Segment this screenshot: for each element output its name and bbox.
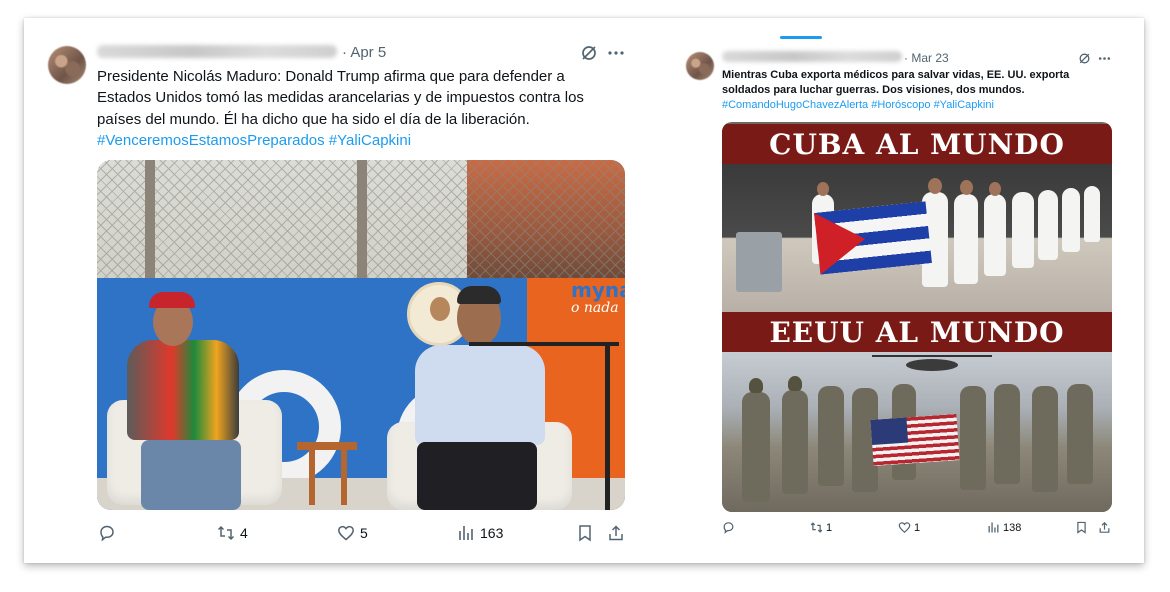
photo-soldier [742,392,770,502]
photo-trash-bin [736,232,782,292]
views-icon [987,521,1000,534]
views-count: 138 [1003,521,1022,534]
photo-soldier-head [788,376,802,391]
more-icon[interactable] [1098,52,1111,65]
share-icon [1098,521,1111,534]
photo-soldier [1067,384,1093,484]
bookmark-button[interactable] [1075,521,1088,534]
photo-banner-top: CUBA AL MUNDO [722,124,1112,164]
photo-soldier [1032,386,1058,492]
reply-button[interactable] [722,521,735,534]
photo-soldier [960,386,986,490]
retweet-button[interactable]: 1 [810,521,832,534]
tweet-date[interactable]: · Mar 23 [904,51,949,65]
photo-us-flag [870,414,960,466]
bookmark-icon [1075,521,1088,534]
avatar[interactable] [686,52,714,80]
photo-cuban-flag [814,201,932,275]
like-count: 1 [914,521,921,534]
photo-soldier-head [749,378,763,393]
author-name-redacted[interactable] [722,51,902,62]
grok-icon[interactable] [1078,52,1091,65]
tweet-photo[interactable]: CUBA AL MUNDO EEUU AL MUNDO [722,122,1112,512]
photo-doctor [1084,186,1100,242]
tweet-text: Mientras Cuba exporta médicos para salva… [722,68,1092,114]
photo-soldier [782,390,808,494]
tweet-2[interactable]: · Mar 23 Mientras Cuba exporta médicos p… [0,0,1170,560]
photo-soldier [994,384,1020,484]
views-button[interactable]: 138 [987,521,1021,534]
photo-doctor-head [960,180,973,195]
tweet-hashtags[interactable]: #ComandoHugoChavezAlerta #Horóscopo #Yal… [722,99,994,111]
retweet-count: 1 [826,521,833,534]
photo-doctor [1062,188,1080,252]
photo-doctor [1038,190,1058,260]
photo-banner-bottom: EEUU AL MUNDO [722,312,1112,352]
retweet-icon [810,521,823,534]
photo-soldier [818,386,844,486]
photo-doctor-head [928,178,942,194]
share-button[interactable] [1098,521,1111,534]
like-button[interactable]: 1 [898,521,920,534]
photo-doctor [1012,192,1034,268]
like-icon [898,521,911,534]
photo-helicopter [872,355,992,371]
tweet-body: Mientras Cuba exporta médicos para salva… [722,69,1070,97]
photo-doctor-head [989,182,1001,196]
photo-doctor [984,194,1006,276]
reply-icon [722,521,735,534]
photo-doctor-head [817,182,829,196]
photo-doctor [954,194,978,284]
